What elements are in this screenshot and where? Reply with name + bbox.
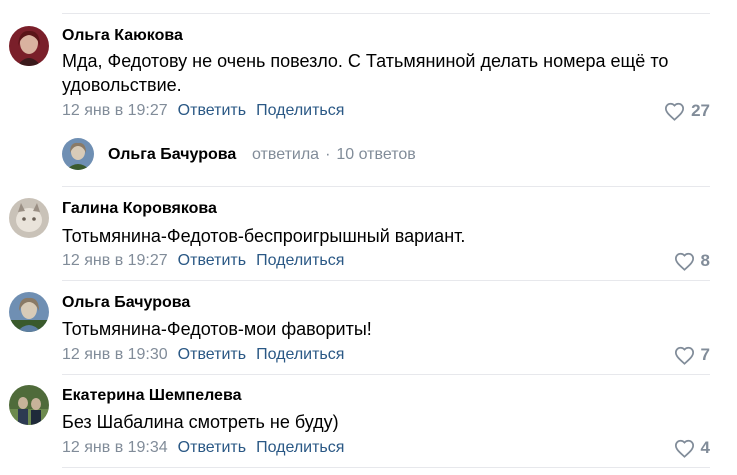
- reply-button[interactable]: Ответить: [178, 252, 246, 269]
- comment-text: Тотьмянина-Федотов-мои фавориты!: [62, 319, 372, 339]
- comment-text: Тотьмянина-Федотов-беспроигрышный вариан…: [62, 226, 466, 246]
- share-button[interactable]: Поделиться: [256, 439, 344, 456]
- separator: ·: [325, 146, 331, 163]
- divider: [62, 374, 710, 375]
- comment-text: Мда, Федотову не очень повезло. С Татьмя…: [62, 51, 669, 95]
- comment-meta: 12 янв в 19:27 Ответить Поделиться: [62, 102, 344, 120]
- comment-date[interactable]: 12 янв в 19:30: [62, 346, 168, 363]
- comment-author[interactable]: Екатерина Шемпелева: [62, 387, 241, 405]
- avatar[interactable]: [9, 26, 49, 66]
- reply-info: ответила · 10 ответов: [252, 146, 416, 164]
- share-button[interactable]: Поделиться: [256, 102, 344, 119]
- comment-text: Без Шабалина смотреть не буду): [62, 412, 339, 432]
- reply-button[interactable]: Ответить: [178, 102, 246, 119]
- reply-author[interactable]: Ольга Бачурова: [108, 146, 236, 164]
- comment-meta: 12 янв в 19:34 Ответить Поделиться: [62, 439, 344, 457]
- divider: [62, 467, 710, 468]
- share-button[interactable]: Поделиться: [256, 346, 344, 363]
- share-button[interactable]: Поделиться: [256, 252, 344, 269]
- comment-date[interactable]: 12 янв в 19:34: [62, 439, 168, 456]
- comment-meta: 12 янв в 19:27 Ответить Поделиться: [62, 252, 344, 270]
- like-count: 27: [691, 101, 710, 120]
- like-button[interactable]: 27: [664, 101, 710, 121]
- divider: [62, 13, 710, 14]
- reply-action: ответила: [252, 146, 320, 163]
- avatar[interactable]: [9, 198, 49, 238]
- like-button[interactable]: 4: [674, 438, 710, 458]
- like-count: 8: [700, 251, 710, 270]
- divider: [62, 280, 710, 281]
- reply-button[interactable]: Ответить: [178, 439, 246, 456]
- comment-author[interactable]: Галина Коровякова: [62, 200, 217, 218]
- avatar[interactable]: [9, 385, 49, 425]
- heart-outline-icon: [664, 102, 685, 121]
- like-button[interactable]: 7: [674, 345, 710, 365]
- divider: [62, 186, 710, 187]
- reply-button[interactable]: Ответить: [178, 346, 246, 363]
- comment-date[interactable]: 12 янв в 19:27: [62, 252, 168, 269]
- heart-outline-icon: [674, 252, 695, 271]
- avatar[interactable]: [62, 138, 94, 170]
- comment-author[interactable]: Ольга Бачурова: [62, 294, 190, 312]
- heart-outline-icon: [674, 346, 695, 365]
- comment-author[interactable]: Ольга Каюкова: [62, 27, 183, 45]
- avatar[interactable]: [9, 292, 49, 332]
- reply-count[interactable]: 10 ответов: [336, 146, 415, 163]
- comment-date[interactable]: 12 янв в 19:27: [62, 102, 168, 119]
- comments-feed: Ольга Каюкова Мда, Федотову не очень пов…: [0, 0, 737, 475]
- heart-outline-icon: [674, 439, 695, 458]
- like-count: 4: [700, 438, 710, 457]
- like-button[interactable]: 8: [674, 251, 710, 271]
- comment-meta: 12 янв в 19:30 Ответить Поделиться: [62, 346, 344, 364]
- like-count: 7: [700, 345, 710, 364]
